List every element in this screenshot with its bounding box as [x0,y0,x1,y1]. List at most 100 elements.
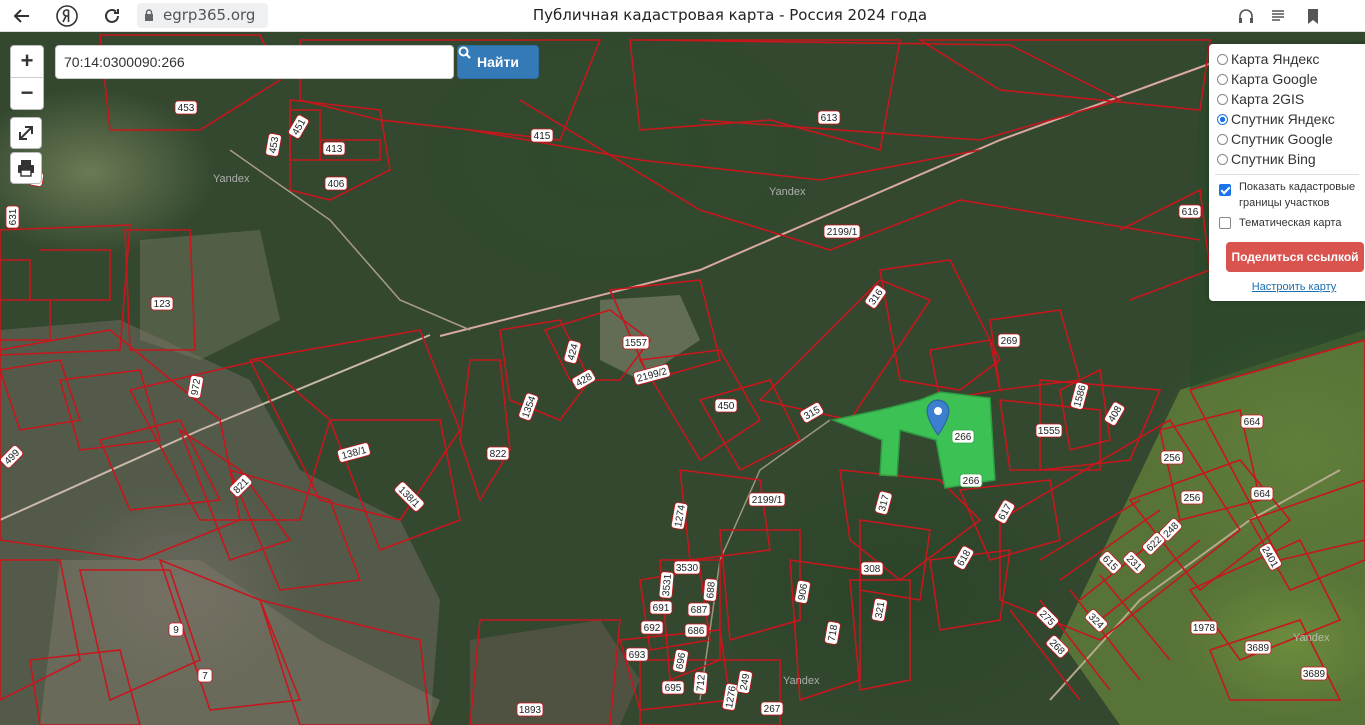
svg-text:453: 453 [178,103,195,114]
print-button[interactable] [10,152,42,184]
svg-text:616: 616 [1182,207,1199,218]
radio-icon[interactable] [1217,153,1228,165]
svg-text:3531: 3531 [661,573,674,597]
back-arrow-icon[interactable] [10,4,34,28]
search-icon [458,46,471,59]
cadastral-map[interactable]: 453 451 453 413 406 415 613 616 2199/1 6… [0,32,1365,725]
svg-text:3530: 3530 [676,563,699,574]
parcel-label: 687 [687,602,711,617]
parcel-label: 613 [817,110,841,125]
svg-text:406: 406 [328,179,345,190]
yandex-logo-icon[interactable] [55,4,79,28]
svg-text:686: 686 [688,626,705,637]
parcel-label: 1555 [1035,423,1063,438]
map-canvas[interactable]: 453 451 453 413 406 415 613 616 2199/1 6… [0,32,1365,725]
parcel-label: 688 [702,578,719,602]
printer-icon [18,160,34,177]
headphones-icon[interactable] [1236,6,1256,26]
radio-icon[interactable] [1217,93,1228,105]
parcel-label: 3531 [658,571,675,599]
show-borders-checkbox[interactable] [1219,184,1231,196]
parcel-label: 631 [5,205,20,229]
cadastral-number-input[interactable] [55,45,454,79]
svg-text:2199/1: 2199/1 [827,227,858,238]
parcel-label: 696 [672,649,689,673]
svg-text:266: 266 [955,432,972,443]
svg-text:415: 415 [534,131,551,142]
svg-text:631: 631 [8,208,19,225]
parcel-label: 3689 [1244,640,1272,655]
parcel-label: 1586 [1070,381,1089,410]
svg-text:695: 695 [665,683,682,694]
parcel-label: 2199/1 [748,492,786,507]
svg-text:1893: 1893 [519,705,542,716]
parcel-label: 266 [959,473,983,488]
svg-text:664: 664 [1254,489,1271,500]
svg-text:123: 123 [154,299,171,310]
svg-text:9: 9 [173,625,179,636]
parcel-label: 822 [486,446,510,461]
page-title: Публичная кадастровая карта - Россия 202… [532,6,928,24]
parcel-label: 406 [324,176,348,191]
yandex-watermark: Yandex [769,186,806,198]
parcel-label: 266 [951,429,975,444]
parcel-label: 1557 [622,335,650,350]
reader-icon[interactable] [1268,6,1288,26]
parcel-label: 3530 [673,560,701,575]
parcel-label: 123 [150,296,174,311]
parcel-label: 321 [871,598,888,622]
parcel-label: 315 [799,402,824,423]
expand-icon [19,126,33,140]
parcel-label: 7 [197,668,213,683]
parcel-label: 906 [794,580,811,604]
radio-icon[interactable] [1217,73,1228,85]
address-bar[interactable]: egrp365.org [137,3,268,28]
parcel-label: 1276 [721,683,740,711]
zoom-in-button[interactable]: + [11,46,43,77]
parcel-label: 453 [265,133,282,157]
svg-text:613: 613 [821,113,838,124]
svg-text:1354: 1354 [520,394,538,419]
bookmark-icon[interactable] [1303,6,1323,26]
svg-text:7: 7 [202,671,208,682]
parcel-label: 428 [571,369,596,390]
radio-selected-icon[interactable] [1217,113,1228,125]
svg-text:1978: 1978 [1193,623,1216,634]
parcel-label: 453 [174,100,198,115]
layer-option-2gis-map[interactable]: Карта 2GIS [1217,89,1304,109]
parcel-label: 413 [322,141,346,156]
layer-option-bing-satellite[interactable]: Спутник Bing [1217,149,1316,169]
parcel-label: 275 [1035,606,1059,630]
layer-option-google-satellite[interactable]: Спутник Google [1217,129,1333,149]
url-text: egrp365.org [163,6,256,24]
fullscreen-button[interactable] [10,117,42,149]
thematic-map-checkbox[interactable] [1219,217,1231,229]
reload-icon[interactable] [100,4,124,28]
parcel-label: 1893 [516,702,544,717]
zoom-out-button[interactable]: − [11,78,43,109]
terrain-layer [0,40,1365,725]
radio-icon[interactable] [1217,133,1228,145]
parcel-label: 415 [530,128,554,143]
layer-option-google-map[interactable]: Карта Google [1217,69,1318,89]
svg-text:692: 692 [644,623,661,634]
parcel-label: 317 [874,490,893,515]
yandex-watermark: Yandex [783,675,820,687]
parcel-label: 1354 [518,392,539,421]
svg-text:256: 256 [1164,453,1181,464]
layer-option-yandex-satellite[interactable]: Спутник Яндекс [1217,109,1335,129]
configure-map-link[interactable]: Настроить карту [1209,281,1365,293]
svg-text:266: 266 [963,476,980,487]
radio-icon[interactable] [1217,53,1228,65]
parcel-label: 664 [1250,486,1274,501]
thematic-map-label: Тематическая карта [1239,217,1342,229]
browser-toolbar: egrp365.org Публичная кадастровая карта … [0,0,1365,32]
layer-option-yandex-map[interactable]: Карта Яндекс [1217,49,1319,69]
parcel-label: 138/1 [394,481,425,512]
svg-text:687: 687 [691,605,708,616]
share-link-button[interactable]: Поделиться ссылкой [1226,242,1364,272]
svg-text:822: 822 [490,449,507,460]
find-button[interactable]: Найти [457,45,539,79]
parcel-label: 249 [736,670,753,694]
svg-text:256: 256 [1184,493,1201,504]
